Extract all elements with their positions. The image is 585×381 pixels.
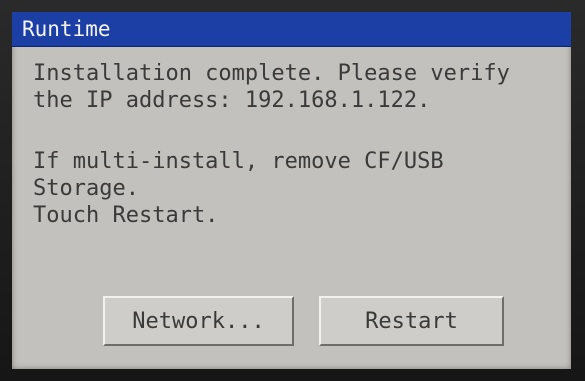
message-line-5: Touch Restart.	[33, 203, 219, 228]
window-title: Runtime	[22, 17, 111, 41]
message-line-2: the IP address: 192.168.1.122.	[33, 88, 431, 113]
network-button-label: Network...	[132, 308, 265, 334]
message-line-1: Installation complete. Please verify	[33, 61, 510, 86]
restart-button-label: Restart	[365, 308, 458, 334]
device-bezel: Runtime Installation complete. Please ve…	[0, 0, 585, 381]
title-bar: Runtime	[12, 12, 571, 47]
runtime-dialog: Runtime Installation complete. Please ve…	[12, 12, 571, 369]
message-line-4: Storage.	[33, 176, 139, 201]
network-button[interactable]: Network...	[103, 296, 294, 346]
restart-button[interactable]: Restart	[319, 296, 504, 346]
message-line-3: If multi-install, remove CF/USB	[33, 149, 444, 174]
